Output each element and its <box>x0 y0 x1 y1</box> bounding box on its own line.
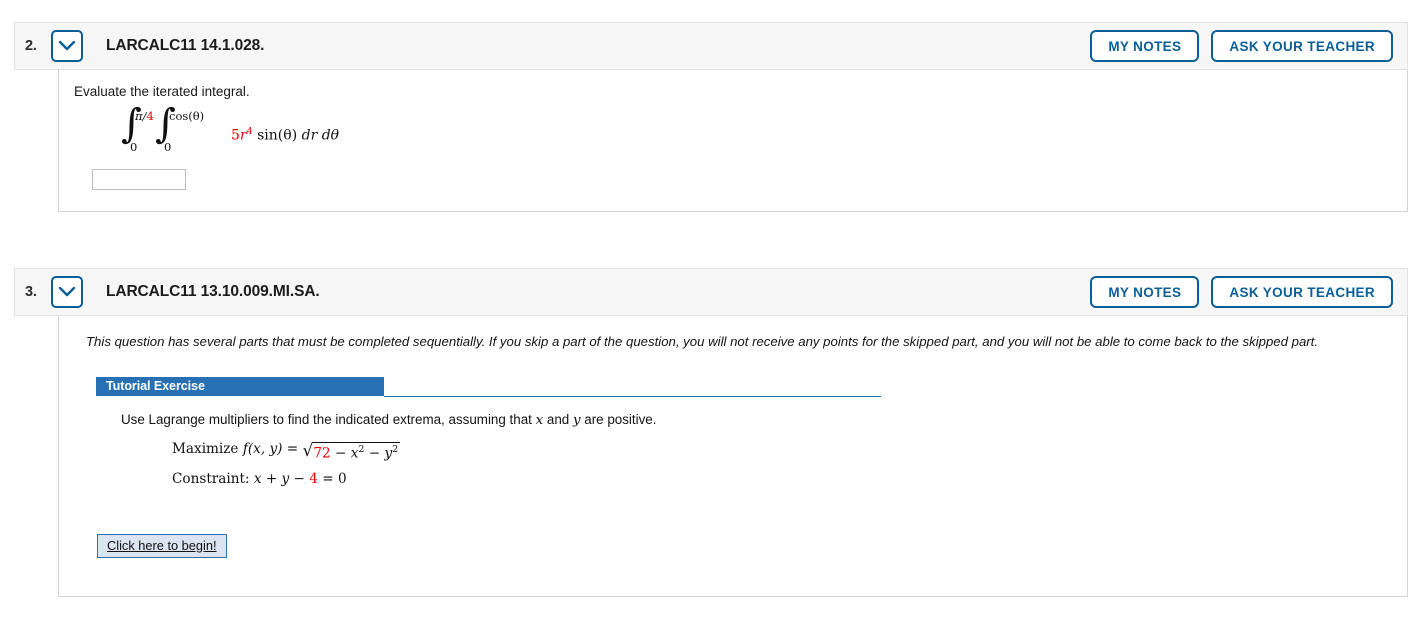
my-notes-button-3[interactable]: MY NOTES <box>1090 276 1200 308</box>
inner-integral-sign: ∫ cos(θ) 0 <box>155 104 217 154</box>
question-code-2: LARCALC11 14.1.028. <box>106 37 265 54</box>
question-prompt-2: Evaluate the iterated integral. <box>74 84 250 99</box>
outer-integral-sign: ∫ π/4 0 <box>121 104 155 154</box>
tutorial-exercise-label: Tutorial Exercise <box>96 377 384 396</box>
question-actions-2: MY NOTES ASK YOUR TEACHER <box>1090 30 1393 62</box>
collapse-toggle-3[interactable] <box>51 276 83 308</box>
outer-lower-limit: 0 <box>130 140 138 154</box>
square-root: √ 72 − x2 − y2 <box>303 442 401 462</box>
question-code-3: LARCALC11 13.10.009.MI.SA. <box>106 283 320 300</box>
inner-upper-limit: cos(θ) <box>169 109 205 123</box>
question-number-3: 3. <box>25 284 37 300</box>
iterated-integral-expression: ∫ π/4 0 ∫ cos(θ) 0 5r4 sin(θ) dr dθ <box>121 104 1407 155</box>
tutorial-rule-divider <box>384 396 881 397</box>
answer-input-2[interactable] <box>92 169 186 190</box>
collapse-toggle-2[interactable] <box>51 30 83 62</box>
radical-icon: √ <box>302 441 314 461</box>
sequential-parts-note: This question has several parts that mus… <box>86 334 1319 349</box>
click-here-to-begin-button[interactable]: Click here to begin! <box>97 533 227 558</box>
inner-lower-limit: 0 <box>164 140 172 154</box>
chevron-down-icon <box>58 286 76 298</box>
ask-your-teacher-button-2[interactable]: ASK YOUR TEACHER <box>1211 30 1393 62</box>
outer-upper-limit: π/4 <box>135 109 154 123</box>
tutorial-exercise-header: Tutorial Exercise <box>96 377 881 397</box>
question-card-3: 3. LARCALC11 13.10.009.MI.SA. MY NOTES A… <box>14 268 1408 597</box>
integrand: 5r4 sin(θ) dr dθ <box>231 126 340 144</box>
maximize-equation: Maximize f(x, y) = √ 72 − x2 − y2 <box>172 441 401 462</box>
question-body-3: This question has several parts that mus… <box>58 316 1408 597</box>
ask-your-teacher-button-3[interactable]: ASK YOUR TEACHER <box>1211 276 1393 308</box>
chevron-down-icon <box>58 40 76 52</box>
question-header-2: 2. LARCALC11 14.1.028. MY NOTES ASK YOUR… <box>14 22 1408 70</box>
question-body-2: Evaluate the iterated integral. ∫ π/4 0 … <box>58 70 1408 212</box>
question-number-2: 2. <box>25 38 37 54</box>
question-card-2: 2. LARCALC11 14.1.028. MY NOTES ASK YOUR… <box>14 22 1408 212</box>
question-actions-3: MY NOTES ASK YOUR TEACHER <box>1090 276 1393 308</box>
constraint-equation: Constraint: x + y − 4 = 0 <box>172 470 347 487</box>
assignment-page: 2. LARCALC11 14.1.028. MY NOTES ASK YOUR… <box>0 0 1423 621</box>
question-header-3: 3. LARCALC11 13.10.009.MI.SA. MY NOTES A… <box>14 268 1408 316</box>
radicand: 72 − x2 − y2 <box>312 442 401 462</box>
my-notes-button-2[interactable]: MY NOTES <box>1090 30 1200 62</box>
exercise-instruction: Use Lagrange multipliers to find the ind… <box>121 412 657 428</box>
